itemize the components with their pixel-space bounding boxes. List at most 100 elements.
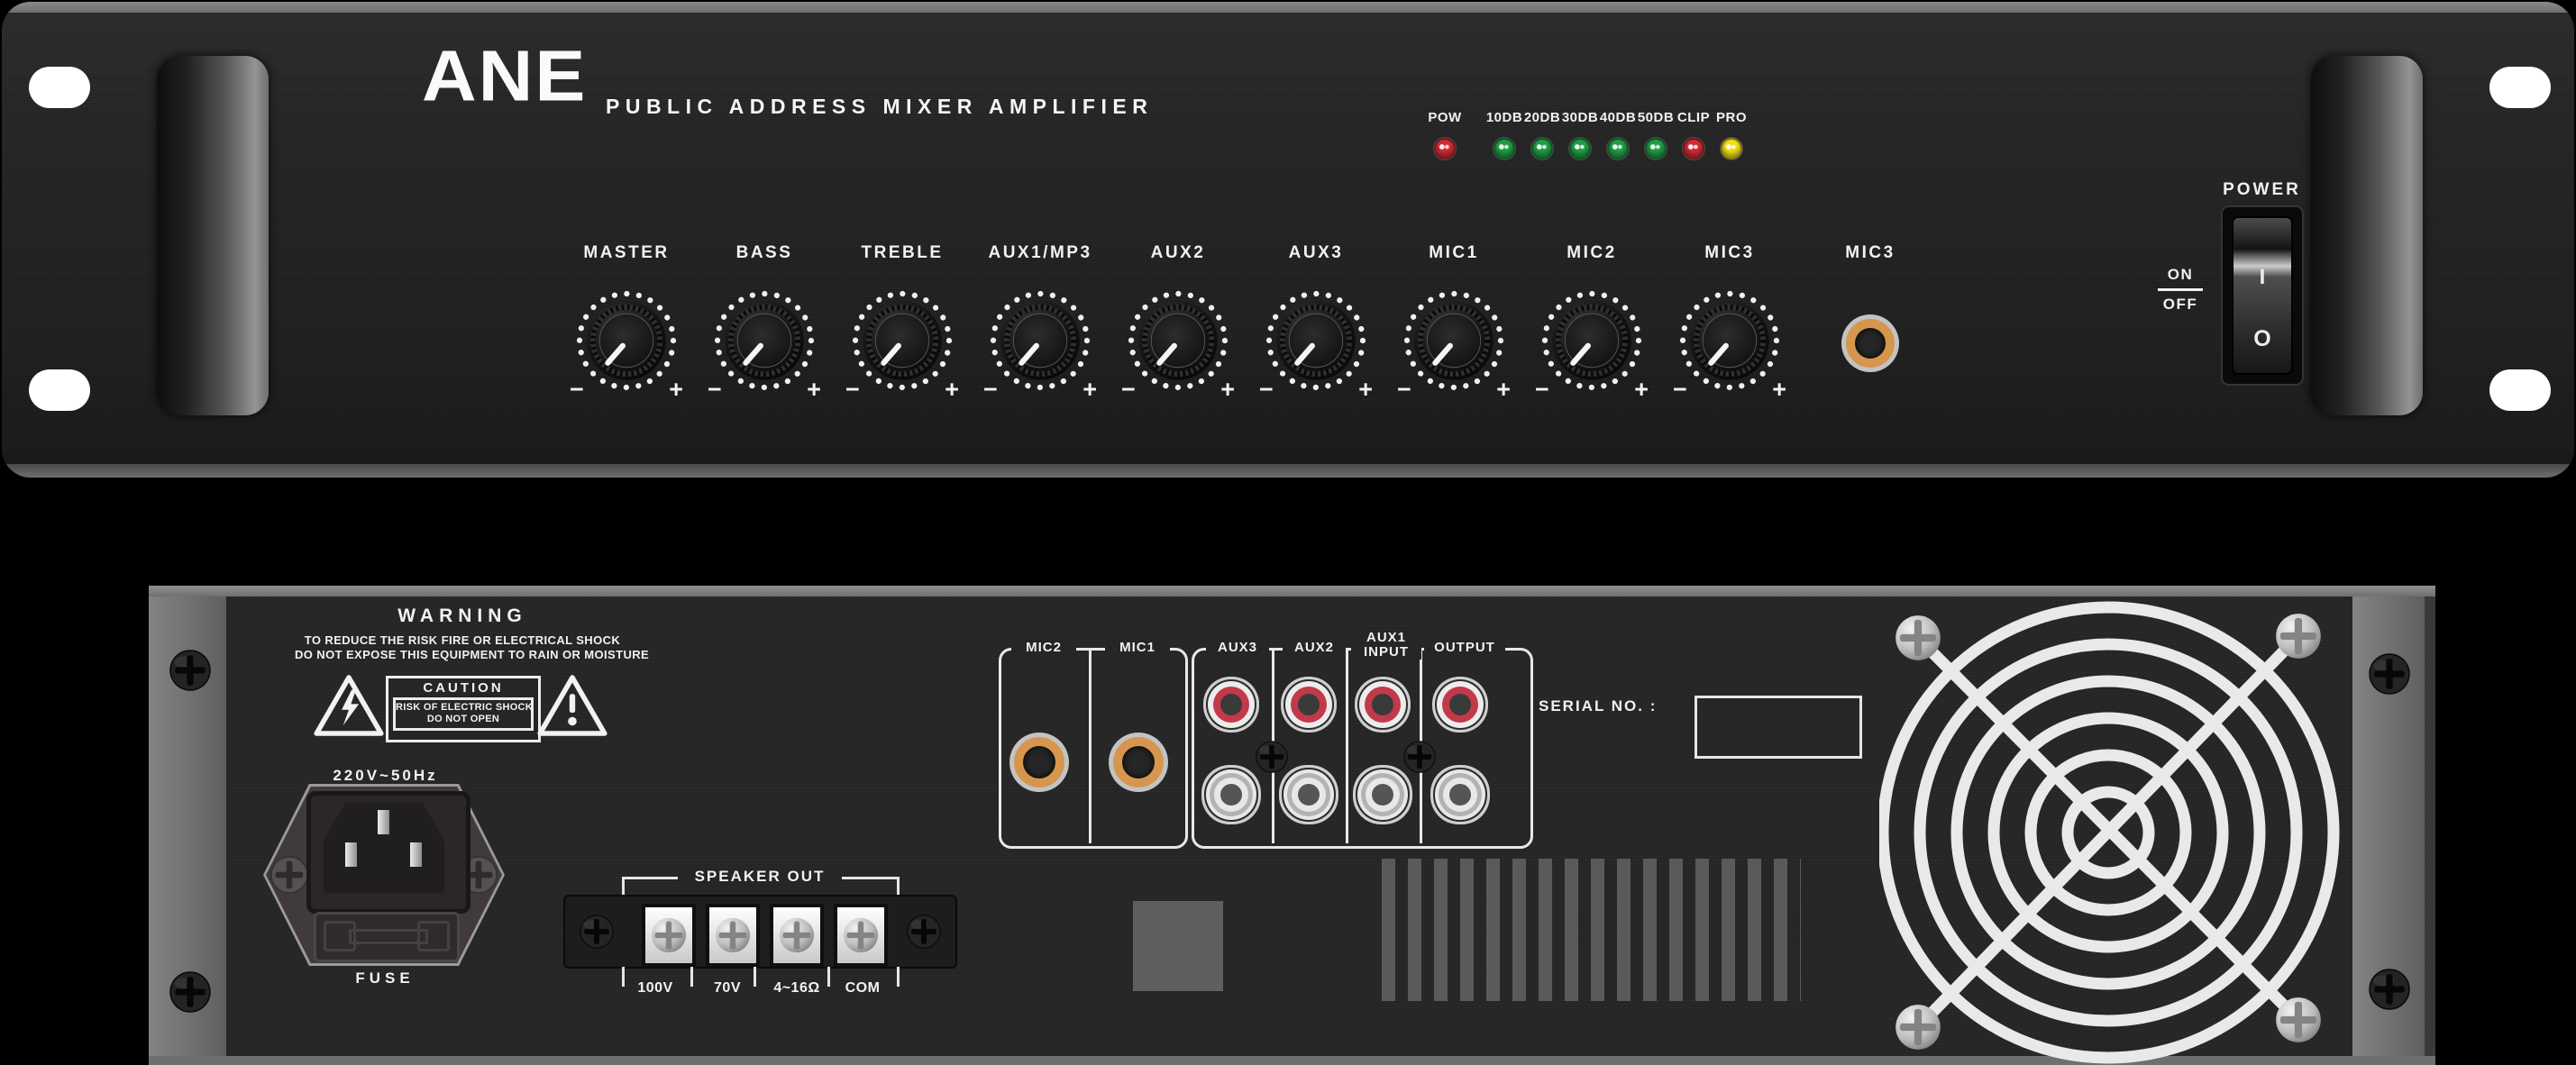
knob-label: MIC1 <box>1386 243 1521 263</box>
knob-dial[interactable] <box>567 281 686 400</box>
rack-hole <box>29 369 90 411</box>
knob-label: TREBLE <box>835 243 970 263</box>
caution-inner-box: RISK OF ELECTRIC SHOCK DO NOT OPEN <box>393 697 534 731</box>
minus-mark: − <box>570 376 584 404</box>
plus-mark: + <box>1772 376 1786 404</box>
phillips-screw-icon <box>843 917 879 953</box>
phillips-screw-icon <box>580 915 614 949</box>
fuse-bar <box>349 929 428 944</box>
phillips-screw-icon <box>169 650 211 691</box>
terminal-label-com: COM <box>827 980 899 997</box>
exclamation-warning-icon <box>536 674 608 737</box>
warning-line: TO REDUCE THE RISK FIRE OR ELECTRICAL SH… <box>295 633 630 648</box>
knob-mic1[interactable]: MIC1 − + <box>1386 243 1521 402</box>
rca-port-aux3-red[interactable] <box>1220 694 1242 715</box>
knob-dial[interactable] <box>1394 281 1513 400</box>
switch-off-symbol: O <box>2233 326 2291 352</box>
knob-dial[interactable] <box>1532 281 1651 400</box>
knob-aux3[interactable]: AUX3 − + <box>1248 243 1384 402</box>
plus-mark: + <box>1634 376 1649 404</box>
iec-pin <box>345 842 357 867</box>
rca-port-output-red[interactable] <box>1449 694 1471 715</box>
knob-treble[interactable]: TREBLE − + <box>835 243 970 402</box>
minus-mark: − <box>983 376 998 404</box>
level-led-50db <box>1645 138 1667 159</box>
input-label: INPUT <box>1354 645 1419 660</box>
phillips-screw-icon <box>270 856 308 894</box>
level-led-40db <box>1607 138 1629 159</box>
rca-port-aux3-white[interactable] <box>1220 784 1242 806</box>
plus-mark: + <box>669 376 683 404</box>
speaker-terminal-block <box>565 897 955 967</box>
power-switch[interactable]: I O <box>2221 205 2304 386</box>
terminal-100v[interactable] <box>642 904 696 967</box>
knob-mic2[interactable]: MIC2 − + <box>1524 243 1659 402</box>
knob-label: MIC3 <box>1662 243 1797 263</box>
front-panel: ANE PUBLIC ADDRESS MIXER AMPLIFIER POW 1… <box>2 2 2574 478</box>
knob-aux2[interactable]: AUX2 − + <box>1110 243 1246 402</box>
phillips-screw-icon <box>1256 741 1288 773</box>
knob-label: MIC2 <box>1524 243 1659 263</box>
divider <box>1089 648 1092 843</box>
on-label: ON <box>2156 266 2205 284</box>
phillips-screw-icon <box>2276 614 2321 659</box>
rca-port-aux1-white[interactable] <box>1372 784 1393 806</box>
phillips-screw-icon <box>2276 997 2321 1042</box>
knob-master[interactable]: MASTER − + <box>559 243 694 402</box>
rca-port-aux1-red[interactable] <box>1372 694 1393 715</box>
power-label: POWER <box>2206 180 2318 200</box>
high-voltage-icon <box>313 674 385 737</box>
brand-logo: ANE <box>422 40 587 112</box>
mic1-port-label: MIC1 <box>1105 640 1170 655</box>
mic3-jack-port[interactable] <box>1846 319 1895 368</box>
bracket-line <box>622 877 680 879</box>
knob-dial[interactable] <box>981 281 1100 400</box>
led-label: 40DB <box>1599 110 1637 125</box>
led-cell-40db: 40DB <box>1599 110 1637 159</box>
led-label: 10DB <box>1485 110 1523 125</box>
mic1-jack-port[interactable] <box>1113 737 1164 787</box>
led-label: 30DB <box>1561 110 1599 125</box>
knob-bass[interactable]: BASS − + <box>697 243 832 402</box>
rack-handle-right <box>2311 56 2423 415</box>
mains-rating-label: 220V~50Hz <box>306 767 464 785</box>
knob-aux1-mp3[interactable]: AUX1/MP3 − + <box>973 243 1108 402</box>
fuse-holder[interactable] <box>314 912 460 962</box>
terminal-4-16ohm[interactable] <box>770 904 824 967</box>
knob-dial[interactable] <box>1670 281 1789 400</box>
iec-pin <box>410 842 422 867</box>
led-cell-20db: 20DB <box>1523 110 1561 159</box>
iec-power-inlet[interactable] <box>263 784 505 966</box>
knob-dial[interactable] <box>1256 281 1375 400</box>
rack-hole <box>2489 369 2551 411</box>
knob-dial[interactable] <box>843 281 962 400</box>
plus-mark: + <box>945 376 959 404</box>
warning-title: WARNING <box>295 605 630 627</box>
mic2-jack-port[interactable] <box>1014 737 1064 787</box>
divider <box>1346 648 1348 843</box>
serial-label: SERIAL NO. : <box>1539 697 1657 715</box>
knob-dial[interactable] <box>1119 281 1238 400</box>
plus-mark: + <box>1082 376 1097 404</box>
rca-box <box>1192 648 1533 849</box>
power-rocker[interactable]: I O <box>2232 216 2293 375</box>
caution-line: RISK OF ELECTRIC SHOCK <box>396 702 531 714</box>
clip-led <box>1683 138 1704 159</box>
terminal-com[interactable] <box>834 904 888 967</box>
rca-port-aux2-red[interactable] <box>1298 694 1320 715</box>
front-bottom-bevel <box>2 464 2574 478</box>
plus-mark: + <box>1496 376 1511 404</box>
bracket-line <box>622 877 625 898</box>
label-plate <box>1133 901 1223 991</box>
knob-mic3[interactable]: MIC3 − + <box>1662 243 1797 402</box>
level-led-10db <box>1494 138 1515 159</box>
knob-dial[interactable] <box>705 281 824 400</box>
rca-port-aux2-white[interactable] <box>1298 784 1320 806</box>
mic3-jack-label: MIC3 <box>1816 243 1924 263</box>
phillips-screw-icon <box>779 917 815 953</box>
rca-port-output-white[interactable] <box>1449 784 1471 806</box>
vent-slots <box>1382 859 1801 1001</box>
plus-mark: + <box>807 376 821 404</box>
terminal-70v[interactable] <box>706 904 760 967</box>
iec-socket[interactable] <box>306 791 470 914</box>
